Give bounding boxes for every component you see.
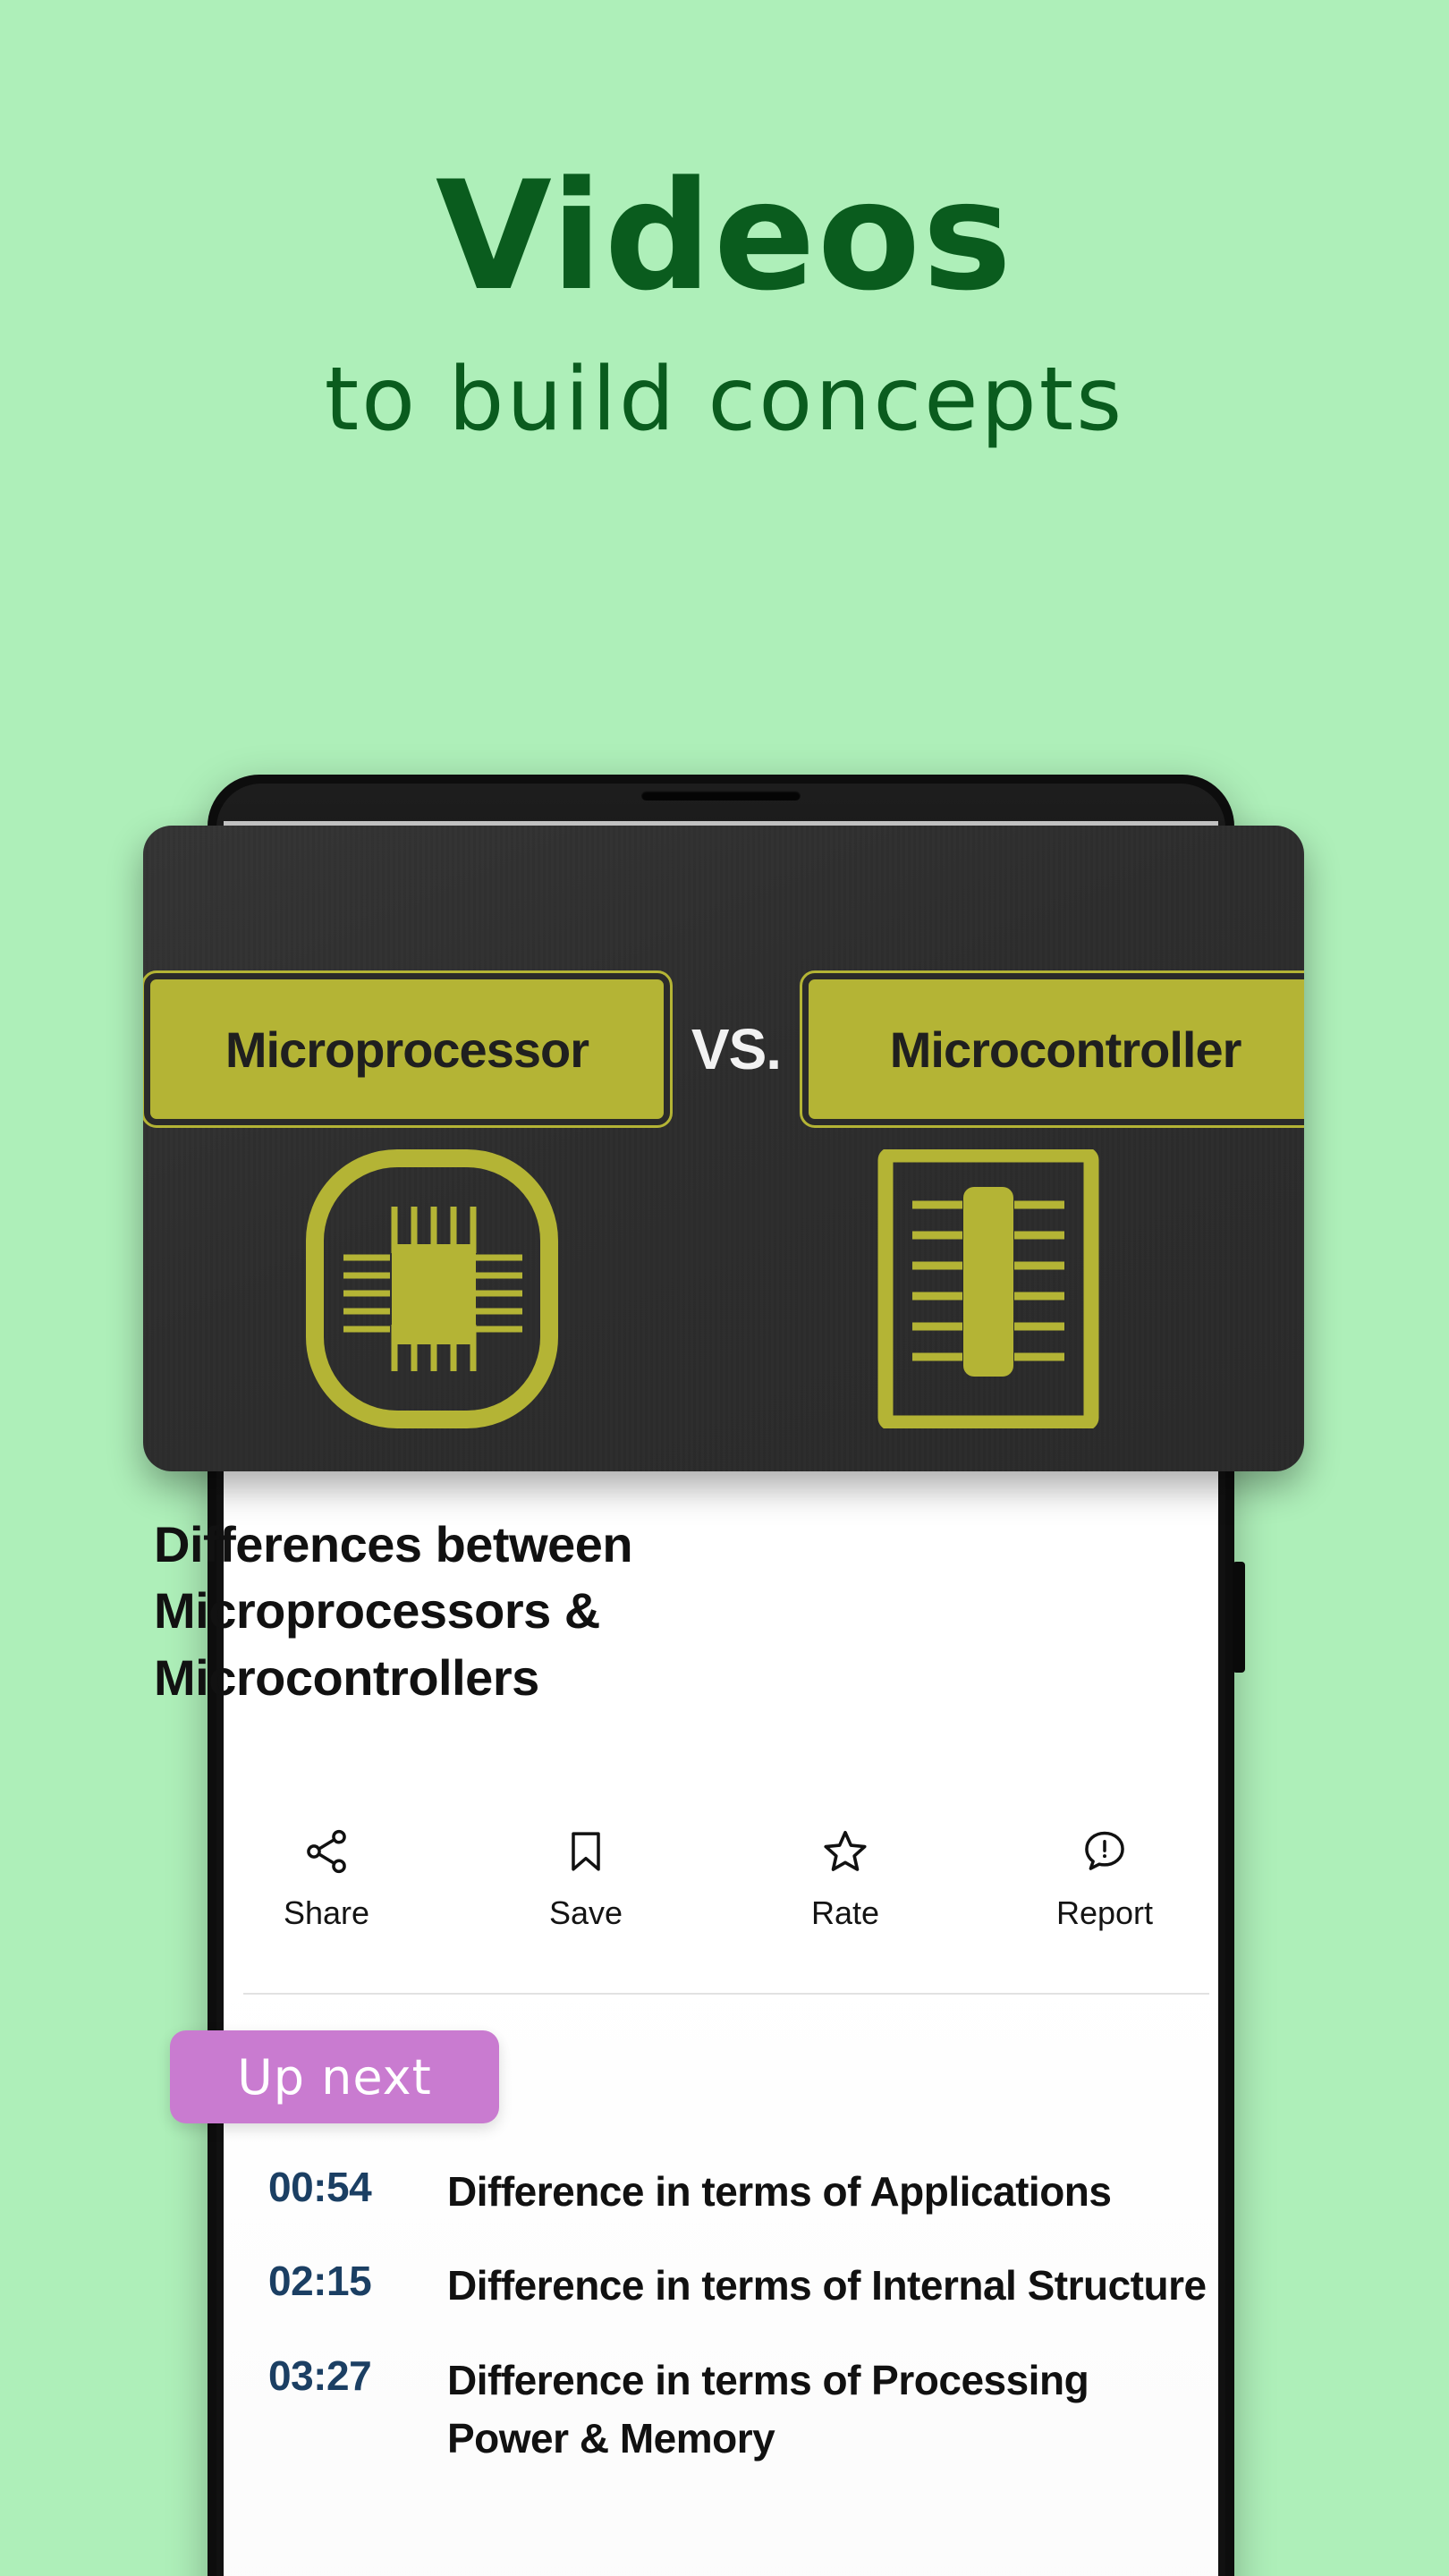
save-label: Save [548, 1894, 623, 1931]
versus-label: VS. [691, 1017, 782, 1081]
video-title: Differences between Microprocessors & Mi… [154, 1516, 633, 1706]
up-next-badge: Up next [170, 2030, 499, 2123]
section-divider [243, 1993, 1209, 1995]
share-button[interactable]: Share [242, 1823, 411, 1932]
chapter-title: Difference in terms of Processing Power … [447, 2356, 1089, 2462]
power-button[interactable] [1233, 1562, 1245, 1673]
chapter-title: Difference in terms of Applications [447, 2168, 1112, 2215]
chapter-timestamp: 03:27 [268, 2351, 372, 2399]
save-button[interactable]: Save [501, 1823, 671, 1932]
video-thumbnail-card[interactable]: Microprocessor VS. Microcontroller [143, 826, 1304, 1471]
versus-banner-row: Microprocessor VS. Microcontroller [143, 970, 1304, 1128]
list-item[interactable]: 03:27 Difference in terms of Processing … [268, 2351, 1208, 2469]
microprocessor-label: Microprocessor [143, 970, 673, 1128]
cpu-chip-icon [302, 1148, 562, 1435]
chapter-timestamp: 00:54 [268, 2164, 372, 2210]
share-label: Share [283, 1894, 370, 1931]
video-action-row: Share Save Rate Report [242, 1823, 1190, 1932]
chip-graphics-row [143, 1147, 1304, 1443]
bookmark-icon [561, 1823, 611, 1880]
promo-header: Videos to build concepts [0, 0, 1449, 449]
report-button[interactable]: Report [1020, 1823, 1190, 1932]
rate-label: Rate [810, 1894, 880, 1931]
promo-subtitle: to build concepts [324, 349, 1125, 451]
dip-ic-icon [877, 1147, 1100, 1433]
list-item[interactable]: 02:15 Difference in terms of Internal St… [268, 2257, 1208, 2315]
rate-button[interactable]: Rate [760, 1823, 930, 1932]
up-next-list: 00:54 Difference in terms of Application… [268, 2163, 1208, 2504]
star-icon [819, 1823, 871, 1880]
chapter-timestamp: 02:15 [268, 2258, 372, 2305]
chapter-title: Difference in terms of Internal Structur… [447, 2262, 1207, 2309]
earpiece-speaker-icon [641, 791, 801, 801]
list-item[interactable]: 00:54 Difference in terms of Application… [268, 2163, 1208, 2221]
share-icon [301, 1823, 352, 1880]
report-icon [1080, 1823, 1130, 1880]
promo-title: Videos [435, 148, 1014, 324]
microcontroller-label: Microcontroller [800, 970, 1304, 1128]
report-label: Report [1055, 1894, 1154, 1931]
